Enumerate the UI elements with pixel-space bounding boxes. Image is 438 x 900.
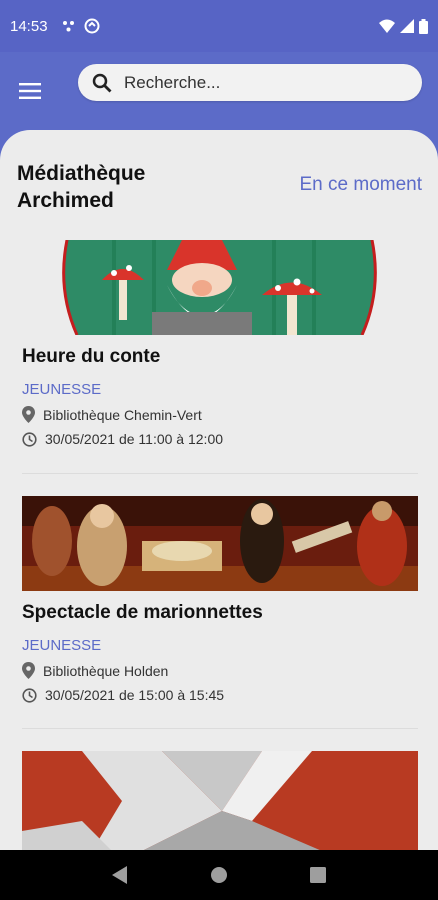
status-bar: 14:53 xyxy=(0,0,438,52)
search-icon xyxy=(92,73,112,92)
now-link[interactable]: En ce moment xyxy=(300,174,423,214)
navigation-bar xyxy=(0,850,438,900)
system-icons xyxy=(379,18,428,34)
event-card[interactable]: Heure du conte JEUNESSE Bibliothèque Che… xyxy=(22,240,418,447)
app-bar xyxy=(0,52,438,130)
signal-icon xyxy=(400,19,414,33)
divider xyxy=(22,473,418,474)
wifi-icon xyxy=(379,19,395,33)
back-icon xyxy=(111,866,127,884)
event-category: JEUNESSE xyxy=(22,637,102,654)
search-input[interactable] xyxy=(124,72,384,93)
search-bar[interactable] xyxy=(78,64,422,101)
event-location: Bibliothèque Holden xyxy=(22,662,418,679)
location-pin-icon xyxy=(22,406,35,423)
hamburger-icon xyxy=(19,83,41,99)
event-title: Heure du conte xyxy=(22,346,161,367)
divider xyxy=(22,728,418,729)
main-content: Médiathèque Archimed En ce moment Heure … xyxy=(0,130,438,850)
home-button[interactable] xyxy=(199,855,239,895)
event-image xyxy=(22,751,418,850)
battery-icon xyxy=(419,18,428,34)
recents-icon xyxy=(310,867,327,883)
event-card[interactable]: Spectacle de marionnettes JEUNESSE Bibli… xyxy=(22,496,418,703)
clock-icon xyxy=(22,687,37,703)
notification-icons xyxy=(62,18,100,34)
event-image xyxy=(22,240,418,335)
location-pin-icon xyxy=(22,662,35,679)
event-time: 30/05/2021 de 15:00 à 15:45 xyxy=(22,687,418,703)
library-header: Médiathèque Archimed En ce moment xyxy=(17,160,422,214)
home-icon xyxy=(210,867,227,883)
event-card[interactable] xyxy=(22,751,418,850)
event-datetime-text: 30/05/2021 de 11:00 à 12:00 xyxy=(45,431,224,447)
dots-icon xyxy=(62,21,74,32)
sync-icon xyxy=(84,18,100,34)
library-title: Médiathèque Archimed xyxy=(17,162,146,212)
event-category: JEUNESSE xyxy=(22,381,102,398)
event-datetime-text: 30/05/2021 de 15:00 à 15:45 xyxy=(45,687,225,703)
recents-button[interactable] xyxy=(298,855,338,895)
clock-icon xyxy=(22,431,37,447)
event-location-text: Bibliothèque Chemin-Vert xyxy=(43,406,202,423)
back-button[interactable] xyxy=(100,855,140,895)
event-time: 30/05/2021 de 11:00 à 12:00 xyxy=(22,431,418,447)
event-title: Spectacle de marionnettes xyxy=(22,602,263,623)
event-location: Bibliothèque Chemin-Vert xyxy=(22,406,418,423)
event-location-text: Bibliothèque Holden xyxy=(43,662,169,679)
status-time: 14:53 xyxy=(10,17,48,35)
event-image xyxy=(22,496,418,591)
menu-button[interactable] xyxy=(0,61,60,121)
